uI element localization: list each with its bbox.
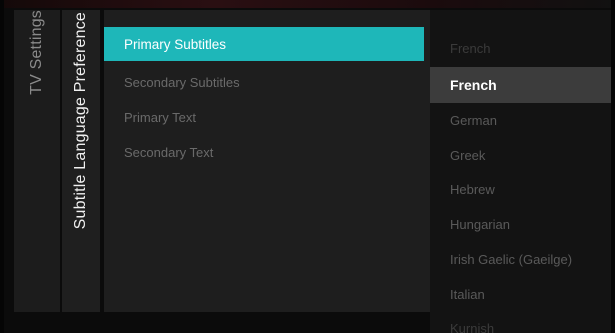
- menu-item-primary-subtitles[interactable]: Primary Subtitles: [104, 27, 424, 61]
- language-item[interactable]: Hebrew: [430, 171, 611, 207]
- language-item[interactable]: Italian: [430, 276, 611, 312]
- menu-item-secondary-subtitles[interactable]: Secondary Subtitles: [104, 65, 424, 99]
- menu-item-label: Secondary Text: [124, 144, 214, 160]
- language-item[interactable]: Hungarian: [430, 206, 611, 242]
- language-item-label: Hungarian: [450, 216, 510, 232]
- menu-item-primary-text[interactable]: Primary Text: [104, 100, 424, 134]
- language-item-label: Hebrew: [450, 181, 495, 197]
- language-item-selected[interactable]: French: [430, 67, 611, 103]
- language-item[interactable]: French: [430, 30, 611, 66]
- top-band: [0, 0, 615, 8]
- menu-item-label: Secondary Subtitles: [124, 74, 240, 90]
- breadcrumb-tv-settings[interactable]: TV Settings: [14, 10, 60, 312]
- breadcrumb-subtitle-language-preference-label: Subtitle Language Preference: [72, 12, 89, 230]
- language-item-label: Italian: [450, 286, 485, 302]
- breadcrumb-subtitle-language-preference[interactable]: Subtitle Language Preference: [62, 10, 100, 312]
- tv-settings-screen: TV Settings Subtitle Language Preference…: [0, 0, 615, 333]
- language-item-label: French: [450, 77, 497, 93]
- language-item[interactable]: Greek: [430, 137, 611, 173]
- language-item-label: German: [450, 112, 497, 128]
- language-item-label: Greek: [450, 147, 486, 163]
- language-item-label: French: [450, 40, 491, 56]
- menu-item-label: Primary Text: [124, 109, 196, 125]
- subtitle-menu: Primary Subtitles Secondary Subtitles Pr…: [104, 10, 430, 312]
- breadcrumb-tv-settings-label: TV Settings: [28, 10, 45, 95]
- menu-item-secondary-text[interactable]: Secondary Text: [104, 135, 424, 169]
- language-item[interactable]: German: [430, 102, 611, 138]
- language-item[interactable]: Irish Gaelic (Gaeilge): [430, 241, 611, 277]
- language-item[interactable]: Kurnish: [430, 310, 611, 333]
- menu-item-label: Primary Subtitles: [124, 36, 227, 52]
- language-item-label: Kurnish: [450, 320, 495, 333]
- language-item-label: Irish Gaelic (Gaeilge): [450, 251, 573, 267]
- language-list: French French German Greek Hebrew Hungar…: [430, 10, 611, 333]
